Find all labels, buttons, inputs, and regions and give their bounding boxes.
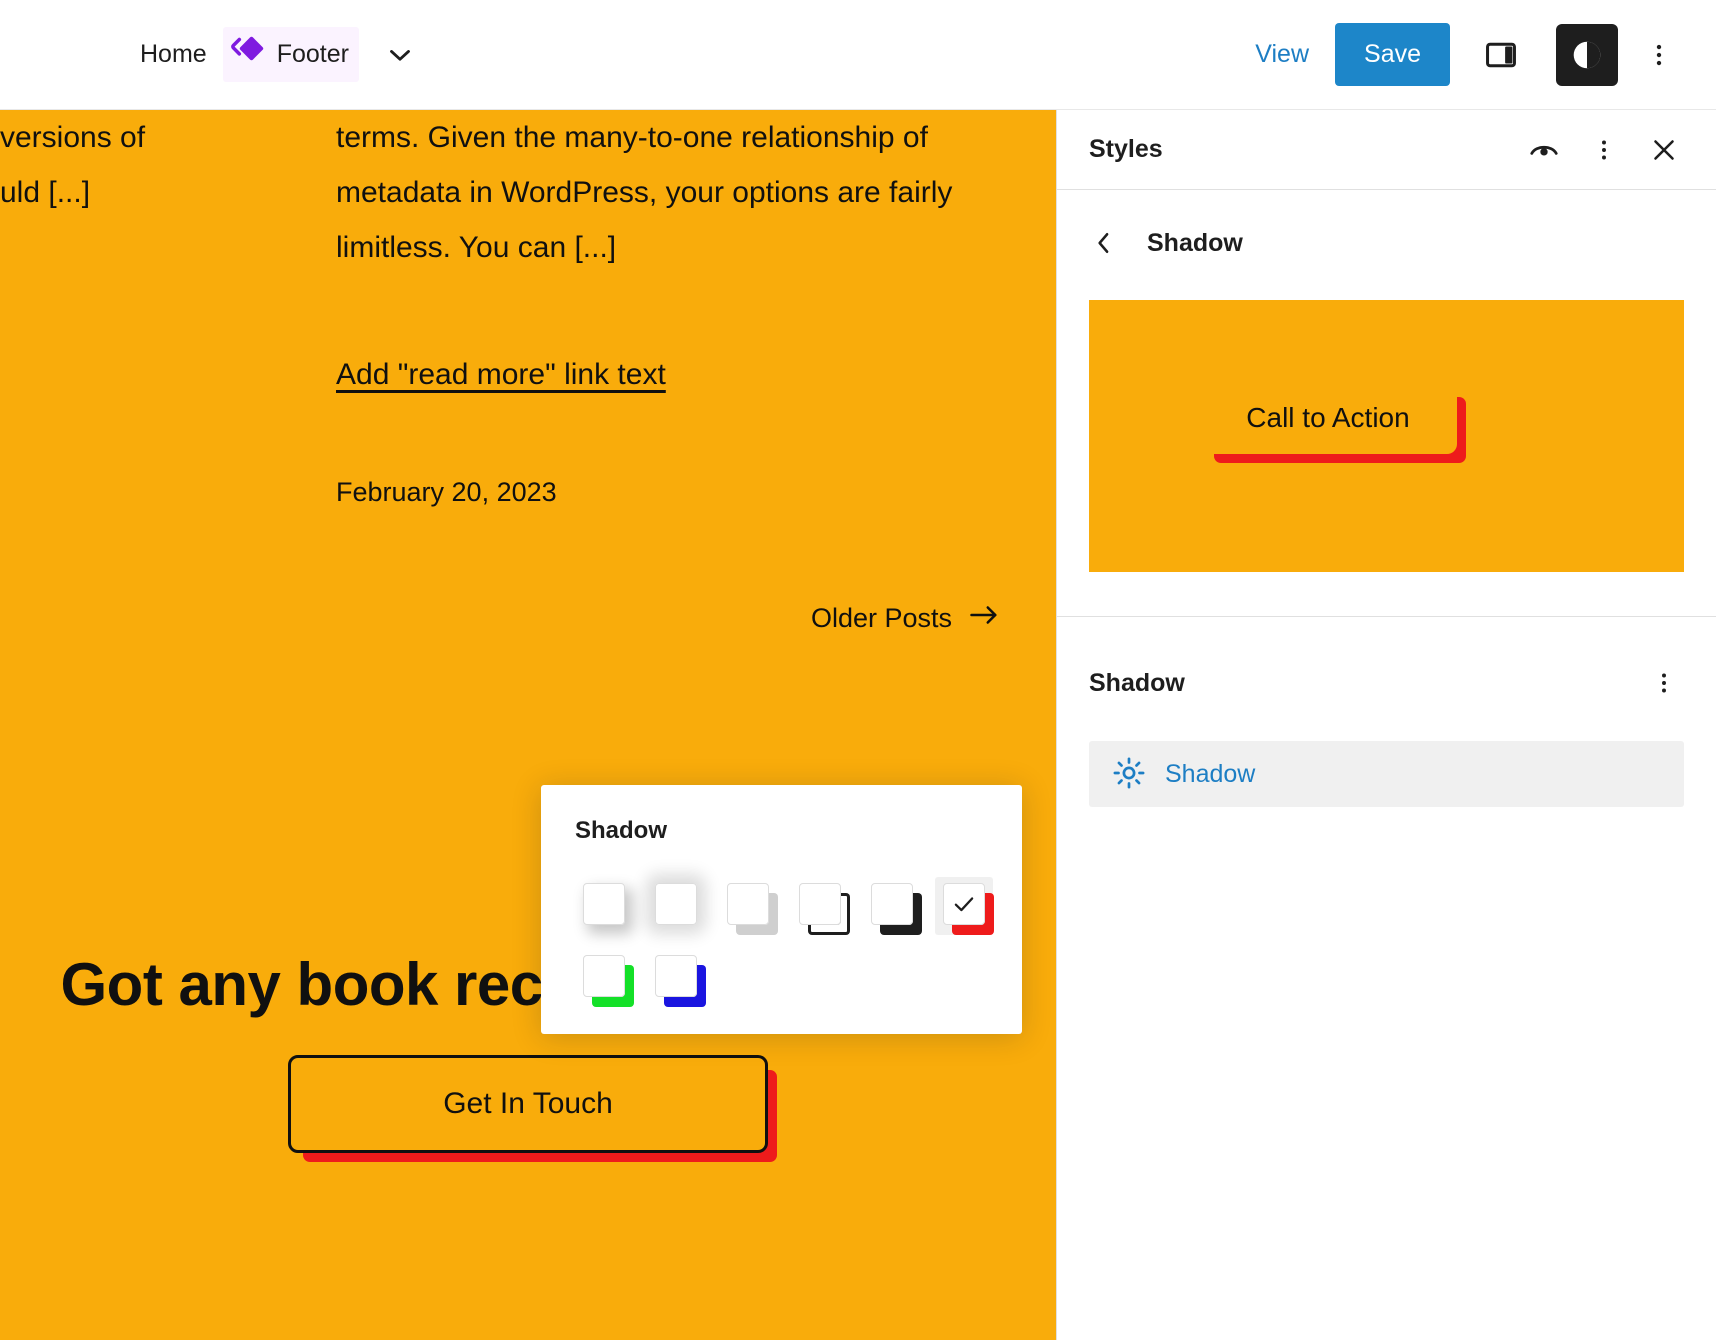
site-canvas[interactable]: versions of uld [...] terms. Given the m… bbox=[0, 110, 1056, 1340]
template-part-label: Footer bbox=[276, 40, 349, 68]
swatch-square bbox=[655, 955, 697, 997]
shadow-sun-icon bbox=[1111, 755, 1147, 794]
shadow-picker-popover: Shadow bbox=[541, 785, 1022, 1034]
view-link[interactable]: View bbox=[1229, 40, 1335, 69]
header-left-group: Home Footer bbox=[0, 27, 417, 82]
shadow-swatch-outlined-black[interactable] bbox=[791, 877, 849, 935]
shadow-popover-title: Shadow bbox=[575, 817, 668, 844]
shadow-section-title: Shadow bbox=[1089, 668, 1185, 697]
styles-header-actions bbox=[1518, 124, 1690, 176]
shadow-row-button[interactable]: Shadow bbox=[1089, 741, 1684, 807]
swatch-square bbox=[799, 883, 841, 925]
chevron-left-icon[interactable] bbox=[1089, 228, 1119, 258]
shadow-section-more-three-dots-vertical-icon[interactable] bbox=[1638, 657, 1690, 709]
styles-panel-title: Styles bbox=[1089, 135, 1163, 163]
shadow-swatch-crisp-black[interactable] bbox=[863, 877, 921, 935]
excerpt-left-line2: uld [...] bbox=[0, 176, 91, 209]
post-date: February 20, 2023 bbox=[336, 477, 557, 507]
editor-header: Home Footer View Save bbox=[0, 0, 1716, 110]
shadow-section-header: Shadow bbox=[1057, 617, 1716, 709]
checkmark-icon bbox=[943, 883, 985, 925]
arrow-right-icon bbox=[969, 602, 999, 635]
swatch-square bbox=[655, 883, 697, 925]
header-right-group: View Save bbox=[1229, 23, 1716, 86]
styles-subnav-title: Shadow bbox=[1147, 228, 1243, 257]
sidebar-panel-icon[interactable] bbox=[1470, 24, 1532, 86]
styles-sidebar: Styles Shadow Call to Action Shadow Shad… bbox=[1056, 110, 1716, 1340]
template-part-diamond-icon bbox=[229, 32, 269, 77]
swatch-square bbox=[871, 883, 913, 925]
excerpt-right-text: terms. Given the many-to-one relationshi… bbox=[336, 121, 953, 264]
shadow-swatch-grid bbox=[575, 877, 995, 1007]
editor-root: Home Footer View Save versions of uld [.… bbox=[0, 0, 1716, 1340]
shadow-row-label: Shadow bbox=[1165, 759, 1256, 788]
styles-more-three-dots-vertical-icon[interactable] bbox=[1578, 124, 1630, 176]
shadow-swatch-crisp-green[interactable] bbox=[575, 949, 633, 1007]
older-posts-link[interactable]: Older Posts bbox=[811, 602, 999, 635]
chevron-down-icon[interactable] bbox=[383, 38, 417, 72]
swatch-square bbox=[727, 883, 769, 925]
styles-subnav: Shadow bbox=[1057, 190, 1716, 258]
eye-icon[interactable] bbox=[1518, 124, 1570, 176]
template-part-chip[interactable]: Footer bbox=[222, 27, 359, 82]
older-posts-label: Older Posts bbox=[810, 603, 952, 633]
post-excerpt-right[interactable]: terms. Given the many-to-one relationshi… bbox=[336, 110, 1036, 520]
swatch-square bbox=[583, 883, 625, 925]
styles-sidebar-header: Styles bbox=[1057, 110, 1716, 190]
header-more-menu-three-dots-vertical-icon[interactable] bbox=[1636, 24, 1682, 86]
preview-call-to-action-button: Call to Action bbox=[1199, 382, 1457, 454]
cta-button-wrapper: Get In Touch bbox=[0, 1055, 1056, 1153]
contrast-circle-icon[interactable] bbox=[1556, 23, 1618, 86]
save-button[interactable]: Save bbox=[1335, 23, 1450, 86]
style-preview-card: Call to Action bbox=[1089, 300, 1684, 572]
shadow-swatch-natural-deep[interactable] bbox=[647, 877, 705, 935]
shadow-swatch-sharp-gray[interactable] bbox=[719, 877, 777, 935]
excerpt-left-line1: versions of bbox=[0, 121, 146, 154]
shadow-swatch-crisp-blue[interactable] bbox=[647, 949, 705, 1007]
post-excerpt-left[interactable]: versions of uld [...] bbox=[0, 110, 300, 220]
shadow-swatch-crisp-red[interactable] bbox=[935, 877, 993, 935]
shadow-swatch-natural-soft[interactable] bbox=[575, 877, 633, 935]
read-more-link[interactable]: Add "read more" link text bbox=[336, 347, 666, 402]
swatch-square bbox=[583, 955, 625, 997]
close-x-icon[interactable] bbox=[1638, 124, 1690, 176]
breadcrumb-home[interactable]: Home bbox=[140, 40, 207, 69]
get-in-touch-button[interactable]: Get In Touch bbox=[288, 1055, 768, 1153]
